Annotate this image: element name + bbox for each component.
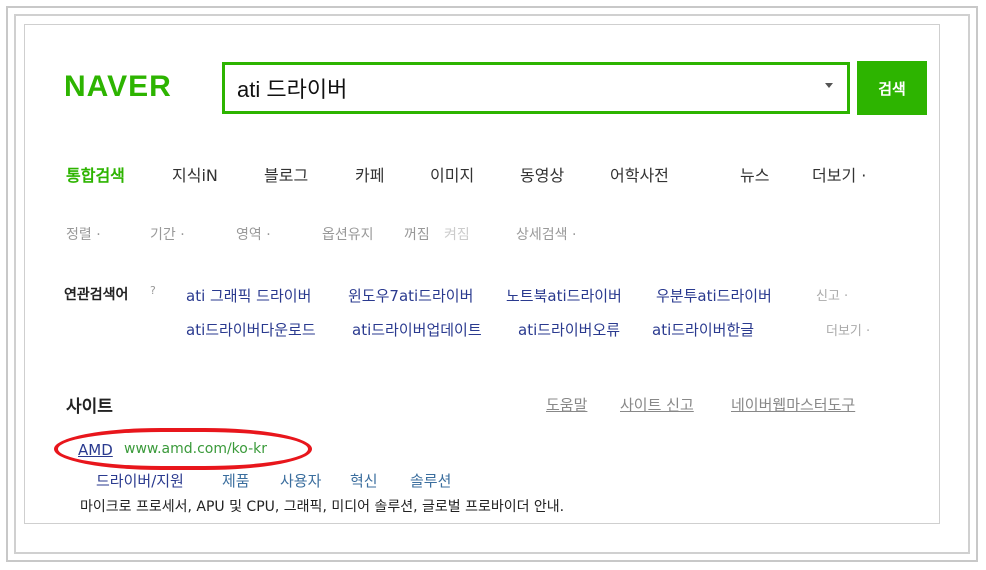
search-input[interactable] (237, 75, 797, 101)
related-searches-title: 연관검색어 (64, 287, 129, 303)
highlight-circle (54, 428, 312, 470)
related-keyword[interactable]: ati 그래픽 드라이버 (186, 285, 311, 306)
filter-option-off[interactable]: 꺼짐 (404, 224, 430, 244)
tab-integrated-search[interactable]: 통합검색 (66, 162, 125, 186)
site-report-link[interactable]: 사이트 신고 (620, 394, 694, 415)
related-keyword[interactable]: 윈도우7ati드라이버 (348, 285, 473, 306)
related-keyword[interactable]: ati드라이버다운로드 (186, 319, 316, 340)
tab-blog[interactable]: 블로그 (264, 162, 308, 186)
tab-image[interactable]: 이미지 (430, 162, 474, 186)
search-button[interactable]: 검색 (857, 61, 927, 115)
chevron-down-icon[interactable] (825, 83, 833, 88)
report-link[interactable]: 신고 · (816, 285, 848, 304)
tab-news[interactable]: 뉴스 (740, 162, 769, 186)
filter-sort[interactable]: 정렬 · (66, 224, 101, 244)
site-section-title: 사이트 (66, 397, 113, 417)
result-sublink-innovation[interactable]: 혁신 (350, 470, 378, 491)
search-filters: 정렬 · 기간 · 영역 · 옵션유지 꺼짐 켜짐 상세검색 · (0, 224, 986, 244)
webmaster-tools-link[interactable]: 네이버웹마스터도구 (731, 394, 855, 415)
related-keyword[interactable]: ati드라이버업데이트 (352, 319, 482, 340)
filter-advanced-search[interactable]: 상세검색 · (516, 224, 576, 244)
filter-option-on[interactable]: 켜짐 (444, 224, 470, 244)
related-keyword[interactable]: ati드라이버오류 (518, 319, 620, 340)
tab-more[interactable]: 더보기 · (812, 162, 866, 186)
related-keyword[interactable]: ati드라이버한글 (652, 319, 754, 340)
related-keyword[interactable]: 노트북ati드라이버 (506, 285, 622, 306)
result-sublink-solutions[interactable]: 솔루션 (410, 470, 451, 491)
result-sublink-users[interactable]: 사용자 (280, 470, 321, 491)
help-link[interactable]: 도움말 (546, 394, 587, 415)
filter-option-keep: 옵션유지 (322, 227, 374, 243)
result-sublink-driver-support[interactable]: 드라이버/지원 (96, 470, 184, 491)
filter-period[interactable]: 기간 · (150, 224, 185, 244)
filter-area[interactable]: 영역 · (236, 224, 271, 244)
help-icon[interactable]: ? (150, 284, 156, 297)
naver-logo[interactable]: NAVER (64, 70, 172, 104)
tab-video[interactable]: 동영상 (520, 162, 564, 186)
related-more-link[interactable]: 더보기 · (826, 320, 870, 339)
tab-knowledge-in[interactable]: 지식iN (172, 162, 218, 186)
tab-cafe[interactable]: 카페 (355, 162, 384, 186)
related-keyword[interactable]: 우분투ati드라이버 (656, 285, 772, 306)
result-description: 마이크로 프로세서, APU 및 CPU, 그래픽, 미디어 솔루션, 글로벌 … (80, 499, 565, 515)
search-tabs: 통합검색 지식iN 블로그 카페 이미지 동영상 어학사전 뉴스 더보기 · (0, 162, 986, 186)
result-sublink-products[interactable]: 제품 (222, 470, 250, 491)
tab-dictionary[interactable]: 어학사전 (610, 162, 669, 186)
search-box[interactable] (222, 62, 850, 114)
